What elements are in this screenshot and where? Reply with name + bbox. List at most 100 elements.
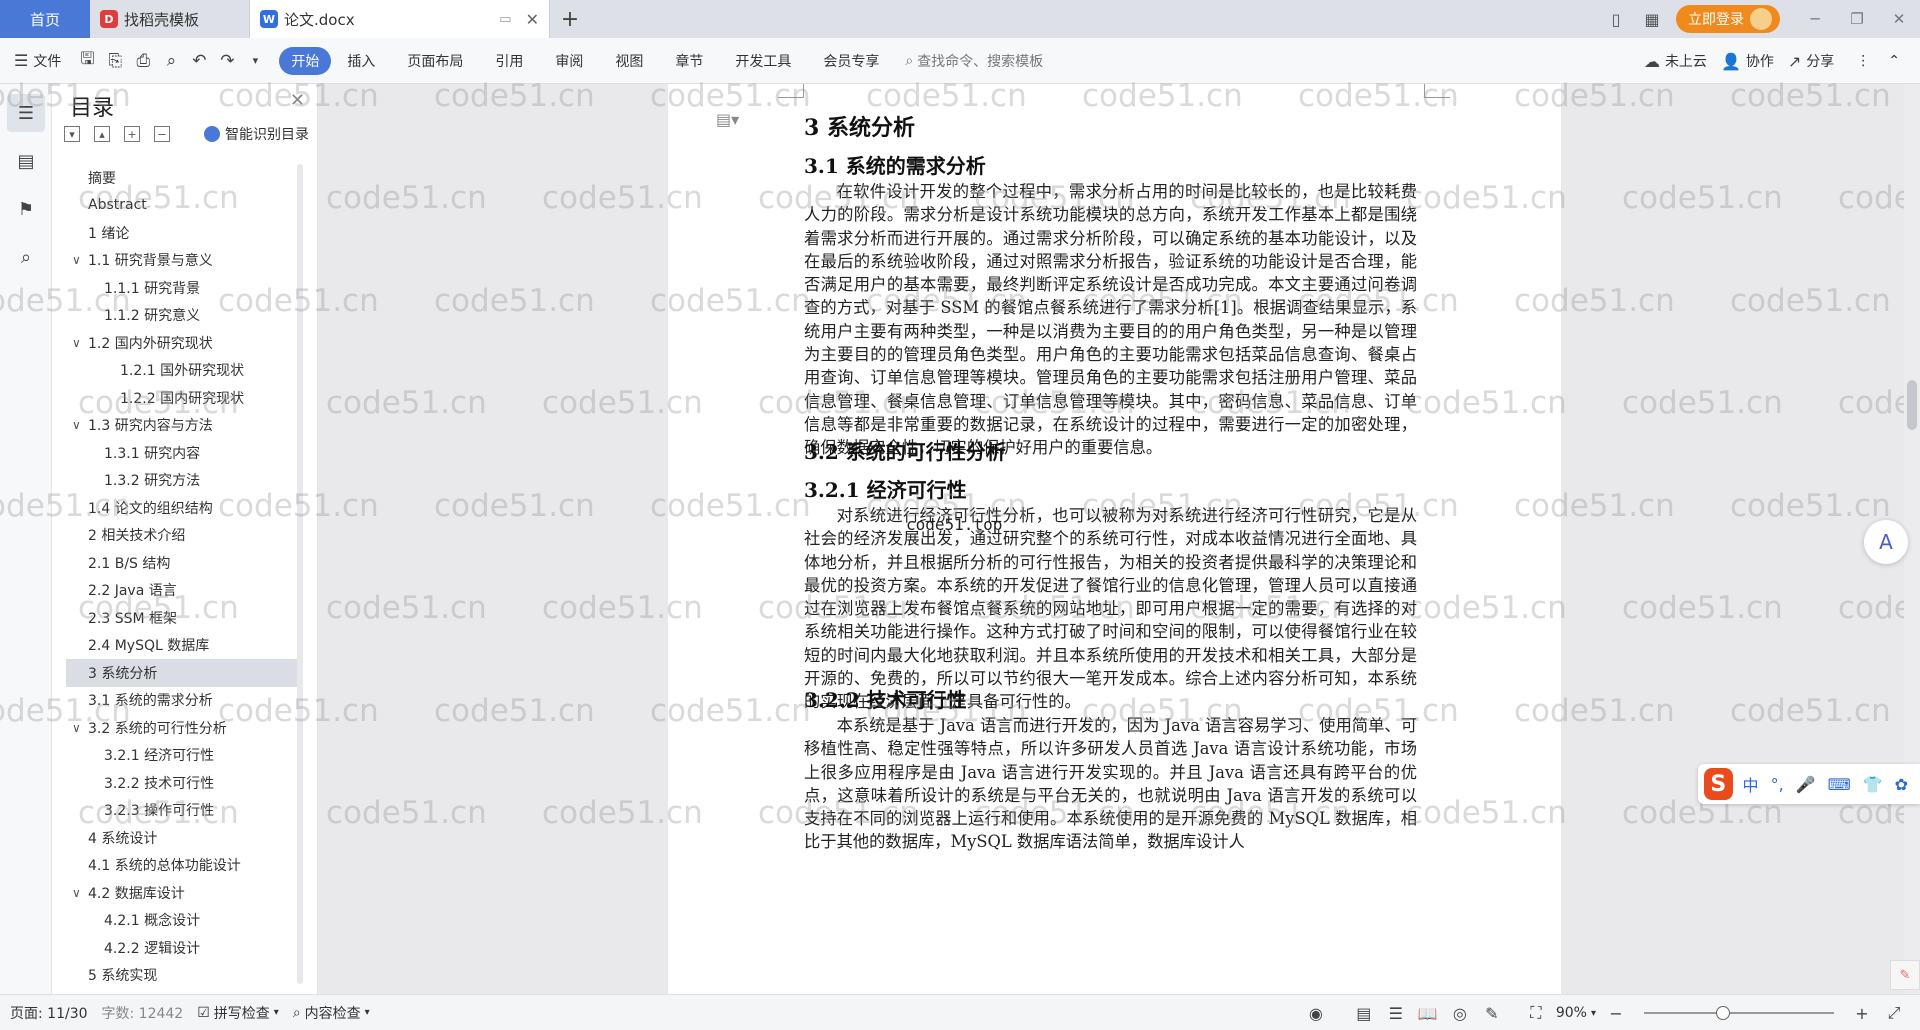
print-icon[interactable]: ⎙ <box>129 47 157 75</box>
minimize-icon[interactable]: ─ <box>1794 0 1836 38</box>
toc-scrollbar[interactable] <box>297 164 303 984</box>
chevron-down-icon[interactable]: ∨ <box>72 253 81 267</box>
tab-page-layout[interactable]: 页面布局 <box>391 47 479 75</box>
toc-item[interactable]: 4.2.1 概念设计 <box>66 907 298 935</box>
collapse-ribbon-icon[interactable]: ⌃ <box>1888 53 1900 69</box>
sogou-icon[interactable]: S <box>1704 768 1733 800</box>
smart-toc-button[interactable]: 智能识别目录 <box>204 124 309 144</box>
toc-item[interactable]: 2 相关技术介绍 <box>66 522 298 550</box>
reading-mode-icon[interactable]: ▯ <box>1598 0 1634 38</box>
new-tab-button[interactable]: + <box>550 0 590 38</box>
tab-home[interactable]: 首页 <box>0 0 90 38</box>
command-search[interactable]: ⌕ 查找命令、搜索模板 <box>905 51 1043 71</box>
fullscreen-icon[interactable]: ⤢ <box>1878 1003 1910 1023</box>
paragraph-economic[interactable]: 对系统进行经济可行性分析，也可以被称为对系统进行经济可行性研究，它是从社会的经济… <box>804 504 1417 714</box>
navigation-icon[interactable]: ▤ <box>7 142 45 180</box>
chevron-down-icon[interactable]: ∨ <box>72 886 81 900</box>
paragraph-requirements[interactable]: 在软件设计开发的整个过程中，需求分析占用的时间是比较长的，也是比较耗费人力的阶段… <box>804 180 1417 460</box>
word-count[interactable]: 字数: 12442 <box>102 1003 184 1023</box>
zoom-out-icon[interactable]: − <box>1600 1004 1632 1023</box>
collab-button[interactable]: 👤 协作 <box>1721 51 1774 71</box>
zoom-slider[interactable] <box>1644 1006 1834 1020</box>
collapse-down-icon[interactable]: ▾ <box>64 126 80 142</box>
mic-icon[interactable]: 🎤 <box>1796 775 1816 794</box>
toc-item[interactable]: 1.2.1 国外研究现状 <box>66 357 298 385</box>
scrollbar-thumb[interactable] <box>1907 380 1917 430</box>
toc-item[interactable]: 2.1 B/S 结构 <box>66 549 298 577</box>
toc-item[interactable]: 2.4 MySQL 数据库 <box>66 632 298 660</box>
chevron-down-icon[interactable]: ∨ <box>72 418 81 432</box>
skin-icon[interactable]: 👕 <box>1863 775 1883 794</box>
chevron-down-icon[interactable]: ∨ <box>72 336 81 350</box>
toc-item[interactable]: 4.2.2 逻辑设计 <box>66 934 298 962</box>
paragraph-menu-icon[interactable]: ▤▾ <box>716 110 739 129</box>
collapse-up-icon[interactable]: ▴ <box>94 126 110 142</box>
zoom-slider-knob[interactable] <box>1716 1006 1730 1020</box>
apps-icon[interactable]: ✿ <box>1895 775 1908 794</box>
toc-item[interactable]: 3.2.3 操作可行性 <box>66 797 298 825</box>
web-view-icon[interactable]: ◎ <box>1444 1004 1476 1023</box>
tab-review[interactable]: 审阅 <box>539 47 599 75</box>
toc-item[interactable]: 2.2 Java 语言 <box>66 577 298 605</box>
zoom-in-icon[interactable]: + <box>1846 1004 1878 1023</box>
assistant-icon[interactable]: A <box>1864 520 1908 564</box>
toc-item[interactable]: 3.2.2 技术可行性 <box>66 769 298 797</box>
toc-item[interactable]: 1.4 论文的组织结构 <box>66 494 298 522</box>
tab-view[interactable]: 视图 <box>599 47 659 75</box>
toc-item[interactable]: 5 系统实现 <box>66 962 298 990</box>
toc-panel-icon[interactable]: ☰ <box>7 94 45 132</box>
ime-lang[interactable]: 中 <box>1743 772 1759 796</box>
keyboard-icon[interactable]: ⌨ <box>1828 775 1851 794</box>
reading-view-icon[interactable]: 📖 <box>1412 1004 1444 1023</box>
file-menu[interactable]: ☰ 文件 <box>14 51 61 71</box>
spell-check-button[interactable]: ☑ 拼写检查 ▾ <box>197 1003 279 1023</box>
fit-page-icon[interactable]: ⛶ <box>1520 1003 1552 1023</box>
tab-insert[interactable]: 插入 <box>331 47 391 75</box>
toc-item[interactable]: ∨ 1.1 研究背景与意义 <box>66 247 298 275</box>
zoom-level[interactable]: 90% ▾ <box>1556 1005 1596 1021</box>
close-window-icon[interactable]: ✕ <box>1878 0 1920 38</box>
toc-item[interactable]: 4.1 系统的总体功能设计 <box>66 852 298 880</box>
toc-item[interactable]: 1.1.1 研究背景 <box>66 274 298 302</box>
search-icon[interactable]: ⌕ <box>7 238 45 276</box>
content-check-button[interactable]: ⌕ 内容检查 ▾ <box>293 1003 370 1023</box>
tab-daoke-templates[interactable]: D 找稻壳模板 <box>90 0 250 38</box>
outline-view-icon[interactable]: ☰ <box>1380 1004 1412 1023</box>
tab-document[interactable]: W 论文.docx ▭ ✕ <box>250 0 550 38</box>
toc-item[interactable]: 3 系统分析 <box>66 659 298 687</box>
toc-item[interactable]: 2.3 SSM 框架 <box>66 604 298 632</box>
restore-icon[interactable]: ❐ <box>1836 0 1878 38</box>
paragraph-technical[interactable]: 本系统是基于 Java 语言而进行开发的，因为 Java 语言容易学习、使用简单… <box>804 714 1417 854</box>
redo-icon[interactable]: ↷ <box>213 47 241 75</box>
toc-item[interactable]: 摘要 <box>66 164 298 192</box>
toc-item[interactable]: 1.2.2 国内研究现状 <box>66 384 298 412</box>
tab-member[interactable]: 会员专享 <box>807 47 895 75</box>
login-button[interactable]: 立即登录 <box>1676 5 1780 33</box>
export-icon[interactable]: ⎘ <box>101 47 129 75</box>
feedback-icon[interactable]: ✎ <box>1890 960 1920 990</box>
cloud-status[interactable]: ☁ 未上云 <box>1644 51 1707 71</box>
save-icon[interactable]: 🖫 <box>73 47 101 75</box>
toc-item[interactable]: Abstract <box>66 192 298 220</box>
toc-item[interactable]: 3.2.1 经济可行性 <box>66 742 298 770</box>
page-indicator[interactable]: 页面: 11/30 <box>10 1003 88 1023</box>
toc-item[interactable]: 4 系统设计 <box>66 824 298 852</box>
preview-icon[interactable]: ⌕ <box>157 47 185 75</box>
apps-grid-icon[interactable]: ▦ <box>1634 0 1670 38</box>
toc-item[interactable]: 3.1 系统的需求分析 <box>66 687 298 715</box>
collapse-icon[interactable]: − <box>154 126 170 142</box>
tab-home-ribbon[interactable]: 开始 <box>279 46 332 75</box>
bookmark-icon[interactable]: ⚑ <box>7 190 45 228</box>
tab-references[interactable]: 引用 <box>479 47 539 75</box>
chevron-down-icon[interactable]: ∨ <box>72 721 81 735</box>
more-icon[interactable]: ⋮ <box>1856 53 1870 69</box>
page-view-icon[interactable]: ▤ <box>1348 1004 1380 1023</box>
expand-icon[interactable]: + <box>124 126 140 142</box>
toc-item[interactable]: ∨ 1.3 研究内容与方法 <box>66 412 298 440</box>
write-mode-icon[interactable]: ✎ <box>1476 1004 1508 1023</box>
tab-developer[interactable]: 开发工具 <box>719 47 807 75</box>
eye-protection-icon[interactable]: ◉ <box>1300 1004 1332 1023</box>
float-window-icon[interactable]: ▭ <box>499 12 511 27</box>
toc-item[interactable]: 1.3.2 研究方法 <box>66 467 298 495</box>
toc-item[interactable]: ∨ 4.2 数据库设计 <box>66 879 298 907</box>
